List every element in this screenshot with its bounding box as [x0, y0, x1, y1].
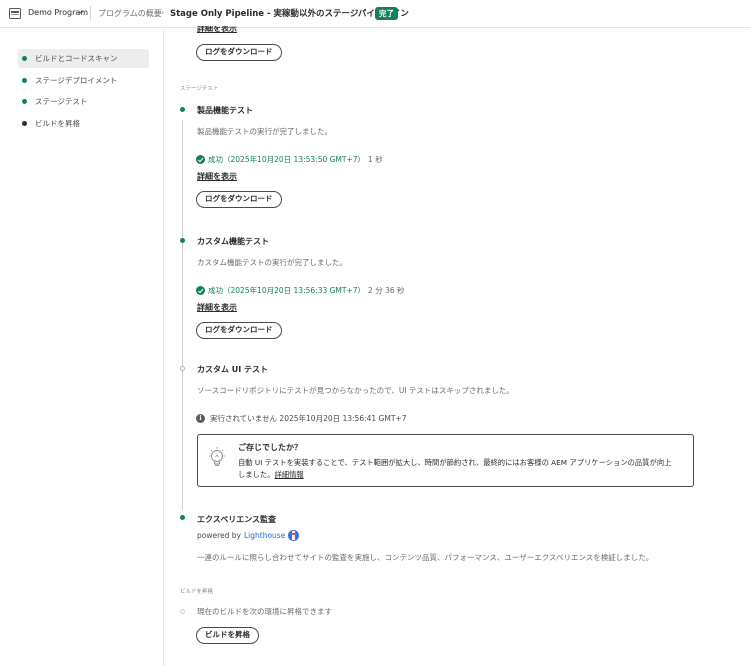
status-text: 成功（2025年10月20日 13:53:50 GMT+7）: [208, 155, 366, 164]
page-title: Stage Only Pipeline - 実稼動以外のステージパイプライン: [170, 9, 409, 19]
lighthouse-link[interactable]: Lighthouse: [244, 531, 285, 540]
status-dot: [22, 78, 27, 83]
section-label-promote: ビルドを昇格: [180, 589, 214, 595]
status-badge: 完了: [375, 7, 398, 20]
breadcrumb-chevron-icon: ›: [161, 8, 165, 17]
status-dot: [22, 56, 27, 61]
sidebar-item-build-scan[interactable]: ビルドとコードスキャン: [18, 49, 149, 68]
tip-title: ご存じでしたか？: [238, 443, 302, 452]
sidebar: ビルドとコードスキャン ステージデプロイメント ステージテスト ビルドを昇格: [0, 29, 164, 666]
download-log-button[interactable]: ログをダウンロード: [196, 191, 282, 208]
step-title: カスタム UI テスト: [197, 365, 269, 374]
step-title: 製品機能テスト: [197, 106, 253, 115]
info-icon: i: [196, 414, 205, 423]
download-log-button[interactable]: ログをダウンロード: [196, 44, 282, 61]
details-link[interactable]: 詳細を表示: [197, 302, 237, 313]
lighthouse-icon: [288, 530, 300, 541]
breadcrumb-program-overview[interactable]: プログラムの概要: [98, 8, 162, 19]
checkmark-circle-icon: [196, 286, 205, 295]
step-title: カスタム機能テスト: [197, 237, 269, 246]
sidebar-item-label: ステージテスト: [35, 97, 88, 106]
powered-by-text: powered by: [197, 531, 241, 540]
header-divider: [90, 6, 91, 20]
program-icon[interactable]: [9, 8, 21, 19]
step-status-row: 成功（2025年10月20日 13:53:50 GMT+7） 1 秒: [196, 154, 383, 165]
sidebar-item-stage-deploy[interactable]: ステージデプロイメント: [18, 71, 149, 90]
sidebar-item-promote-build[interactable]: ビルドを昇格: [18, 114, 149, 133]
step-description: 製品機能テストの実行が完了しました。: [197, 127, 332, 136]
info-text: 実行されていません 2025年10月20日 13:56:41 GMT+7: [210, 414, 407, 423]
section-label-stage-test: ステージテスト: [180, 86, 219, 92]
lightbulb-icon: [209, 447, 225, 466]
status-dot: [22, 121, 27, 126]
timeline-line: [182, 120, 183, 510]
chevron-down-icon[interactable]: [78, 9, 84, 15]
duration: 2 分 36 秒: [368, 286, 405, 295]
learn-more-link[interactable]: 詳細情報: [274, 470, 303, 479]
sidebar-item-label: ビルドとコードスキャン: [35, 54, 118, 63]
step-status-dot: [180, 515, 185, 520]
sidebar-item-stage-test[interactable]: ステージテスト: [18, 92, 149, 111]
sidebar-item-label: ステージデプロイメント: [35, 76, 118, 85]
step-description: カスタム機能テストの実行が完了しました。: [197, 258, 347, 267]
step-title: エクスペリエンス監査: [197, 515, 277, 524]
app-header: Demo Program プログラムの概要 › Stage Only Pipel…: [0, 0, 750, 28]
did-you-know-box: ご存じでしたか？ 自動 UI テストを実装することで、テスト範囲が拡大し、時間が…: [197, 434, 694, 487]
promote-build-button[interactable]: ビルドを昇格: [196, 627, 259, 644]
step-status-dot: [180, 107, 185, 112]
download-log-button[interactable]: ログをダウンロード: [196, 322, 282, 339]
status-dot: [22, 99, 27, 104]
powered-by-row: powered by Lighthouse: [197, 530, 300, 541]
step-status-row: 成功（2025年10月20日 13:56:33 GMT+7） 2 分 36 秒: [196, 285, 405, 296]
step-status-dot: [180, 366, 185, 371]
step-description: 一連のルールに照らし合わせてサイトの監査を実施し、コンテンツ品質、パフォーマンス…: [197, 553, 654, 562]
sidebar-item-label: ビルドを昇格: [35, 119, 80, 128]
step-info-row: i 実行されていません 2025年10月20日 13:56:41 GMT+7: [196, 413, 406, 424]
checkmark-circle-icon: [196, 155, 205, 164]
step-description: ソースコードリポジトリにテストが見つからなかったので、UI テストはスキップされ…: [197, 386, 514, 395]
tip-text: 自動 UI テストを実装することで、テスト範囲が拡大し、時間が節約され、最終的に…: [238, 457, 678, 481]
details-link[interactable]: 詳細を表示: [197, 171, 237, 182]
step-status-dot: [180, 238, 185, 243]
duration: 1 秒: [368, 155, 383, 164]
step-status-dot: [180, 609, 185, 614]
promote-text: 現在のビルドを次の環境に昇格できます: [197, 607, 332, 616]
status-text: 成功（2025年10月20日 13:56:33 GMT+7）: [208, 286, 366, 295]
